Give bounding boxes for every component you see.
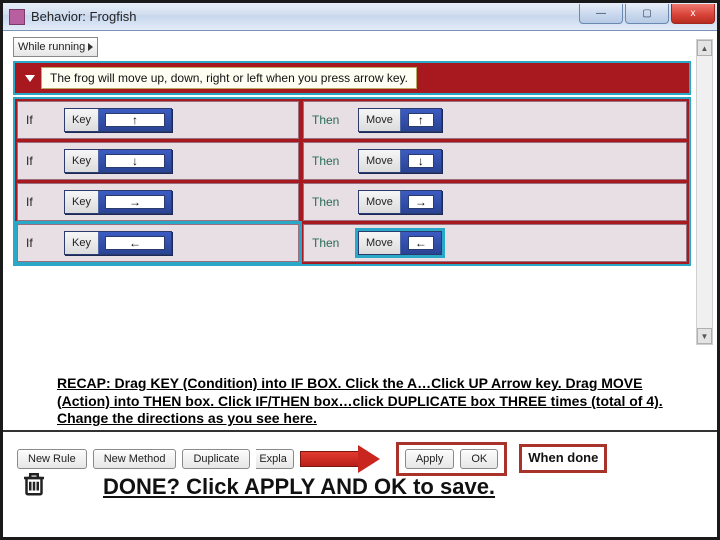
while-running-dropdown[interactable]: While running <box>13 37 98 57</box>
move-action-block[interactable]: Move ↑ <box>358 108 442 132</box>
move-arrow-icon: ← <box>415 237 427 249</box>
description-panel: The frog will move up, down, right or le… <box>13 61 691 95</box>
move-action-block[interactable]: Move ↓ <box>358 149 442 173</box>
callout-arrow-icon <box>300 446 390 472</box>
close-button[interactable]: x <box>671 4 715 24</box>
then-cell[interactable]: Then Move ↑ <box>303 101 687 139</box>
if-keyword: If <box>26 236 54 250</box>
key-condition-block[interactable]: Key ↓ <box>64 149 172 173</box>
duplicate-button[interactable]: Duplicate <box>182 449 250 469</box>
minimize-button[interactable]: — <box>579 4 623 24</box>
then-keyword: Then <box>312 154 348 168</box>
behavior-description[interactable]: The frog will move up, down, right or le… <box>41 67 417 89</box>
then-cell[interactable]: Then Move → <box>303 183 687 221</box>
ok-button[interactable]: OK <box>460 449 498 469</box>
key-arrow-icon: ↓ <box>132 155 138 167</box>
maximize-button[interactable]: ▢ <box>625 4 669 24</box>
rules-container: If Key ↑ Then Move ↑ If <box>13 97 691 266</box>
rule-row[interactable]: If Key ← Then Move ← <box>17 224 687 262</box>
scroll-down-icon[interactable]: ▼ <box>697 328 712 344</box>
done-instruction: DONE? Click APPLY AND OK to save. <box>103 474 495 500</box>
vertical-scrollbar[interactable]: ▲ ▼ <box>696 39 713 345</box>
if-keyword: If <box>26 195 54 209</box>
if-keyword: If <box>26 113 54 127</box>
if-cell[interactable]: If Key ↓ <box>17 142 299 180</box>
key-condition-block[interactable]: Key ← <box>64 231 172 255</box>
key-arrow-icon: → <box>129 196 141 208</box>
app-icon <box>9 9 25 25</box>
rule-row[interactable]: If Key ↓ Then Move ↓ <box>17 142 687 180</box>
if-cell[interactable]: If Key → <box>17 183 299 221</box>
if-cell[interactable]: If Key ↑ <box>17 101 299 139</box>
explain-button-partial[interactable]: Expla <box>256 449 294 469</box>
recap-text: RECAP: Drag KEY (Condition) into IF BOX.… <box>3 371 717 430</box>
if-keyword: If <box>26 154 54 168</box>
key-arrow-icon: ← <box>129 237 141 249</box>
then-keyword: Then <box>312 236 348 250</box>
collapse-arrow-icon[interactable] <box>25 75 35 82</box>
move-arrow-icon: → <box>415 196 427 208</box>
apply-ok-highlight: Apply OK <box>396 442 507 476</box>
rule-row[interactable]: If Key → Then Move → <box>17 183 687 221</box>
then-keyword: Then <box>312 195 348 209</box>
move-arrow-icon: ↓ <box>418 155 424 167</box>
rule-row[interactable]: If Key ↑ Then Move ↑ <box>17 101 687 139</box>
when-done-callout: When done <box>519 444 607 472</box>
trash-icon[interactable] <box>17 466 51 500</box>
key-condition-block[interactable]: Key ↑ <box>64 108 172 132</box>
key-condition-block[interactable]: Key → <box>64 190 172 214</box>
move-arrow-icon: ↑ <box>418 114 424 126</box>
apply-button[interactable]: Apply <box>405 449 455 469</box>
then-cell[interactable]: Then Move ↓ <box>303 142 687 180</box>
then-keyword: Then <box>312 113 348 127</box>
new-method-button[interactable]: New Method <box>93 449 177 469</box>
while-running-label: While running <box>18 41 85 53</box>
scroll-up-icon[interactable]: ▲ <box>697 40 712 56</box>
window-title: Behavior: Frogfish <box>31 9 137 24</box>
if-cell[interactable]: If Key ← <box>17 224 299 262</box>
then-cell[interactable]: Then Move ← <box>303 224 687 262</box>
move-action-block[interactable]: Move ← <box>358 231 442 255</box>
move-action-block[interactable]: Move → <box>358 190 442 214</box>
key-arrow-icon: ↑ <box>132 114 138 126</box>
dropdown-arrow-icon <box>88 43 93 51</box>
